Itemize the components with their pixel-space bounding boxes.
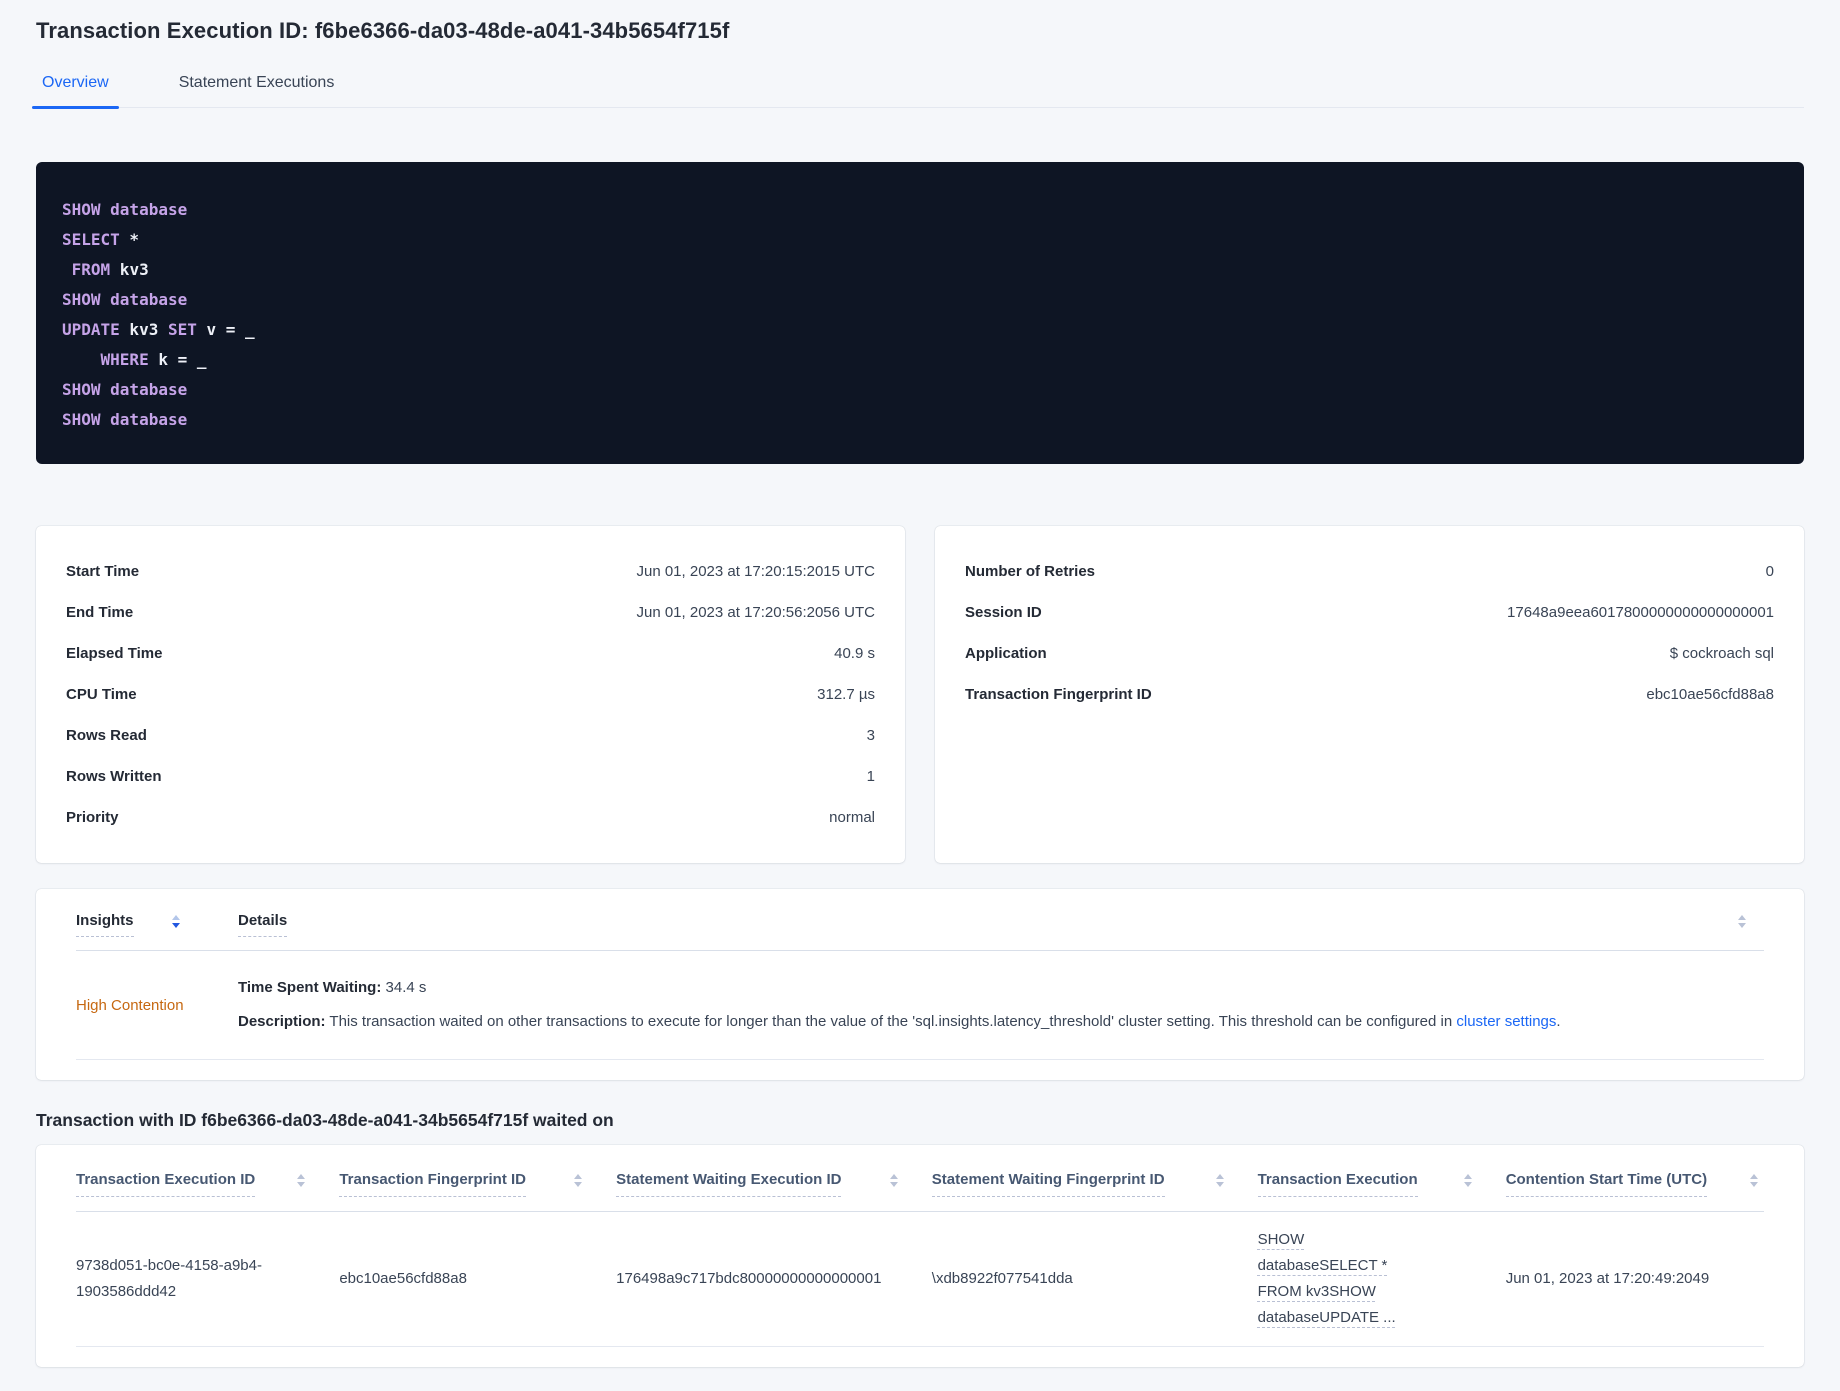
sql-line: UPDATE kv3 SET v = _ — [62, 320, 255, 339]
insight-details: Time Spent Waiting: 34.4 s Description: … — [238, 978, 1764, 1032]
sql-line: WHERE k = _ — [62, 350, 207, 369]
cell-transaction-fingerprint-id: ebc10ae56cfd88a8 — [339, 1270, 467, 1287]
sort-icon[interactable] — [574, 1171, 583, 1187]
column-header-statement-waiting-fingerprint-id[interactable]: Statement Waiting Fingerprint ID — [931, 1171, 1258, 1211]
execution-stats-card: Start Time Jun 01, 2023 at 17:20:15:2015… — [36, 526, 905, 863]
stat-row-retries: Number of Retries 0 — [965, 563, 1774, 580]
stat-row-end-time: End Time Jun 01, 2023 at 17:20:56:2056 U… — [66, 604, 875, 621]
cell-statement-waiting-fingerprint-id: \xdb8922f077541dda — [931, 1270, 1073, 1287]
tab-overview[interactable]: Overview — [32, 68, 119, 109]
column-header-contention-start-time[interactable]: Contention Start Time (UTC) — [1505, 1171, 1764, 1211]
time-spent-waiting: Time Spent Waiting: 34.4 s — [238, 979, 427, 996]
column-header-statement-waiting-execution-id[interactable]: Statement Waiting Execution ID — [616, 1171, 932, 1211]
page-title: Transaction Execution ID: f6be6366-da03-… — [36, 18, 730, 43]
transaction-details-page: Transaction Execution ID: f6be6366-da03-… — [0, 0, 1840, 1391]
stat-row-session-id: Session ID 17648a9eea6017800000000000000… — [965, 604, 1774, 621]
stat-row-cpu-time: CPU Time 312.7 µs — [66, 686, 875, 703]
tab-bar: Overview Statement Executions — [32, 68, 1804, 109]
column-header-transaction-fingerprint-id[interactable]: Transaction Fingerprint ID — [339, 1171, 616, 1211]
waited-on-heading: Transaction with ID f6be6366-da03-48de-a… — [36, 1110, 614, 1130]
stat-row-elapsed-time: Elapsed Time 40.9 s — [66, 645, 875, 662]
sort-desc-icon[interactable] — [171, 912, 180, 928]
sql-statements-box: SHOW database SELECT * FROM kv3 SHOW dat… — [36, 162, 1804, 464]
summary-cards: Start Time Jun 01, 2023 at 17:20:15:2015… — [36, 526, 1804, 863]
insight-type-badge: High Contention — [76, 996, 184, 1014]
sort-icon[interactable] — [1750, 1171, 1758, 1187]
waited-on-table-header: Transaction Execution ID Transaction Fin… — [76, 1145, 1764, 1212]
column-header-transaction-execution-id[interactable]: Transaction Execution ID — [76, 1171, 339, 1211]
sort-icon[interactable] — [297, 1171, 306, 1187]
stat-row-rows-written: Rows Written 1 — [66, 768, 875, 785]
stat-row-priority: Priority normal — [66, 809, 875, 826]
cluster-settings-link[interactable]: cluster settings — [1456, 1013, 1556, 1030]
details-column-header[interactable]: Details — [238, 912, 288, 937]
sql-line: SHOW database — [62, 380, 188, 399]
transaction-fingerprint-id-link[interactable]: ebc10ae56cfd88a8 — [1646, 686, 1774, 703]
sql-line: SHOW database — [62, 290, 188, 309]
transaction-execution-link[interactable]: SHOW databaseSELECT * FROM kv3SHOW datab… — [1258, 1227, 1426, 1331]
column-header-transaction-execution[interactable]: Transaction Execution — [1257, 1171, 1506, 1211]
insight-row: High Contention Time Spent Waiting: 34.4… — [76, 951, 1764, 1060]
tab-statement-executions[interactable]: Statement Executions — [173, 68, 341, 107]
sort-icon[interactable] — [1215, 1171, 1224, 1187]
sort-icon[interactable] — [1738, 912, 1746, 928]
cell-transaction-execution-id: 9738d051-bc0e-4158-a9b4-1903586ddd42 — [76, 1257, 262, 1300]
sql-line: SHOW database — [62, 410, 188, 429]
insights-table-header: Insights Details — [76, 889, 1764, 951]
sort-icon[interactable] — [889, 1171, 898, 1187]
stat-row-start-time: Start Time Jun 01, 2023 at 17:20:15:2015… — [66, 563, 875, 580]
cell-contention-start-time: Jun 01, 2023 at 17:20:49:2049 — [1505, 1270, 1710, 1287]
sql-line: SHOW database — [62, 200, 188, 219]
cell-transaction-execution: SHOW databaseSELECT * FROM kv3SHOW datab… — [1258, 1227, 1506, 1331]
cell-statement-waiting-execution-id: 176498a9c717bdc80000000000000001 — [616, 1270, 882, 1287]
stat-row-rows-read: Rows Read 3 — [66, 727, 875, 744]
insight-description: Description: This transaction waited on … — [238, 1013, 1561, 1030]
waited-on-table-card: Transaction Execution ID Transaction Fin… — [36, 1145, 1804, 1367]
sort-icon[interactable] — [1463, 1171, 1472, 1187]
stat-row-transaction-fingerprint-id: Transaction Fingerprint ID ebc10ae56cfd8… — [965, 686, 1774, 703]
table-row: 9738d051-bc0e-4158-a9b4-1903586ddd42 ebc… — [76, 1212, 1764, 1347]
insights-table-card: Insights Details High Contention Time Sp… — [36, 889, 1804, 1080]
stat-row-application: Application $ cockroach sql — [965, 645, 1774, 662]
insights-column-header[interactable]: Insights — [76, 912, 238, 937]
sql-line: SELECT * — [62, 230, 140, 249]
session-stats-card: Number of Retries 0 Session ID 17648a9ee… — [935, 526, 1804, 863]
sql-line: FROM kv3 — [62, 260, 149, 279]
